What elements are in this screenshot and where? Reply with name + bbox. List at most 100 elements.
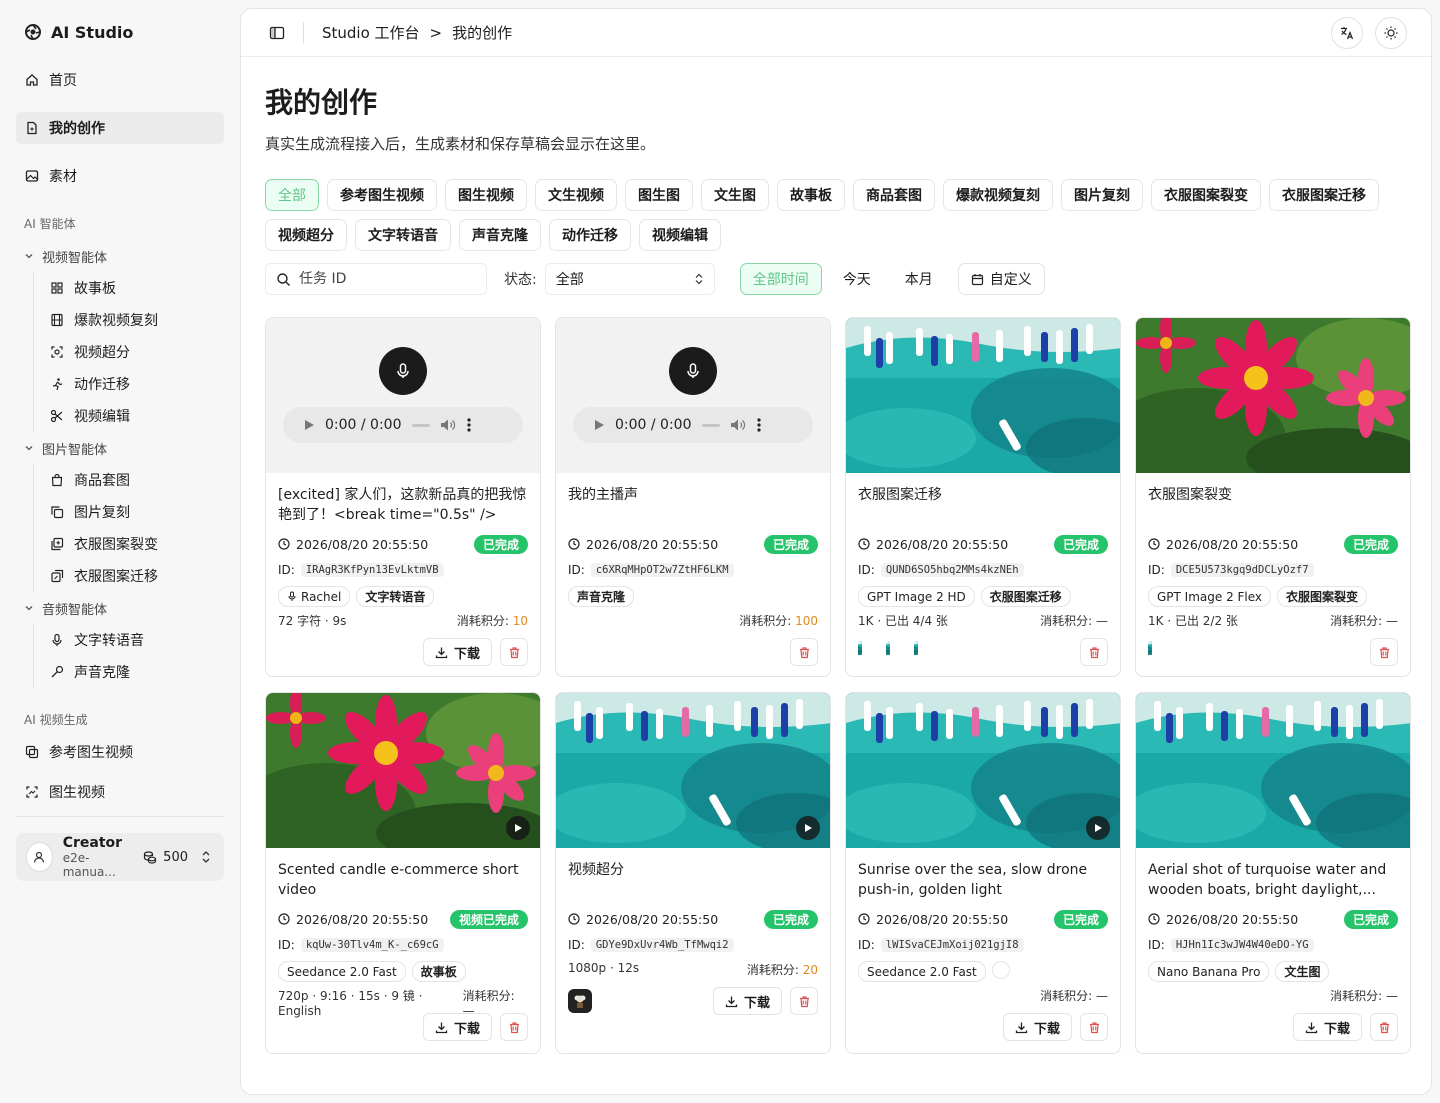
- task-id[interactable]: QUND6SO5hbq2MMs4kzNEh: [880, 563, 1024, 577]
- download-button[interactable]: 下载: [422, 638, 492, 666]
- audio-progress[interactable]: [411, 423, 430, 427]
- preview-image[interactable]: [846, 318, 1120, 473]
- time-filter-today[interactable]: 今天: [829, 263, 884, 295]
- audio-player[interactable]: 0:00 / 0:00: [573, 407, 813, 443]
- delete-button[interactable]: [790, 638, 818, 666]
- time-filter-custom[interactable]: 自定义: [957, 263, 1045, 295]
- creation-card[interactable]: Scented candle e-commerce short video 20…: [265, 692, 541, 1054]
- delete-button[interactable]: [500, 638, 528, 666]
- tab-pattern-transfer[interactable]: 衣服图案迁移: [1269, 179, 1379, 211]
- delete-button[interactable]: [1080, 638, 1108, 666]
- sidebar-item-viral-remake[interactable]: 爆款视频复刻: [50, 304, 224, 336]
- task-id[interactable]: GDYe9DxUvr4Wb_TfMwqi2: [590, 938, 734, 952]
- preview-image[interactable]: [1136, 318, 1410, 473]
- nav-my-creations[interactable]: 我的创作: [16, 112, 224, 144]
- task-id[interactable]: lWISvaCEJmXoij021gjI8: [880, 938, 1024, 952]
- play-icon[interactable]: [303, 419, 315, 431]
- play-icon[interactable]: [506, 816, 530, 840]
- creation-card[interactable]: 衣服图案迁移 2026/08/20 20:55:50 已完成 ID: QUND6S…: [845, 317, 1121, 677]
- source-thumbnail[interactable]: [568, 989, 592, 1013]
- output-thumbnail[interactable]: [858, 640, 882, 664]
- task-id[interactable]: IRAgR3KfPyn13EvLktmVB: [300, 563, 444, 577]
- delete-button[interactable]: [1370, 1013, 1398, 1041]
- task-id[interactable]: DCE5U573kgq9dDCLyOzf7: [1170, 563, 1314, 577]
- task-id[interactable]: kqUw-30Tlv4m_K-_c69cG: [300, 938, 444, 952]
- delete-button[interactable]: [500, 1013, 528, 1041]
- brand[interactable]: AI Studio: [16, 0, 224, 64]
- play-icon[interactable]: [593, 419, 605, 431]
- task-id[interactable]: HJHn1Ic3wJW4W40eDO-YG: [1170, 938, 1314, 952]
- nav-reference-to-video[interactable]: 参考图生视频: [16, 736, 224, 768]
- play-icon[interactable]: [796, 816, 820, 840]
- task-id[interactable]: c6XRqMHpOT2w7ZtHF6LKM: [590, 563, 734, 577]
- tab-voice-clone[interactable]: 声音克隆: [459, 219, 541, 251]
- nav-image-to-video[interactable]: 图生视频: [16, 776, 224, 808]
- language-button[interactable]: [1331, 16, 1363, 49]
- tab-storyboard[interactable]: 故事板: [777, 179, 845, 211]
- tab-image-remake[interactable]: 图片复刻: [1061, 179, 1143, 211]
- creation-card[interactable]: 视频超分 2026/08/20 20:55:50 已完成 ID: GDYe9DxU…: [555, 692, 831, 1054]
- download-button[interactable]: 下载: [712, 987, 782, 1015]
- volume-icon[interactable]: [730, 418, 746, 432]
- creation-card[interactable]: 0:00 / 0:00 我的主播声 2026/08/20 20:55:50 已完…: [555, 317, 831, 677]
- download-button[interactable]: 下载: [1002, 1013, 1072, 1041]
- preview-video[interactable]: [266, 693, 540, 848]
- more-vertical-icon[interactable]: [466, 417, 472, 433]
- nav-materials[interactable]: 素材: [16, 160, 224, 192]
- tab-motion-transfer[interactable]: 动作迁移: [549, 219, 631, 251]
- tab-all[interactable]: 全部: [265, 179, 319, 211]
- delete-button[interactable]: [1080, 1013, 1108, 1041]
- tab-tts[interactable]: 文字转语音: [355, 219, 451, 251]
- preview-image[interactable]: [1136, 693, 1410, 848]
- creation-card[interactable]: Aerial shot of turquoise water and woode…: [1135, 692, 1411, 1054]
- download-button[interactable]: 下载: [1292, 1013, 1362, 1041]
- audio-progress[interactable]: [701, 423, 720, 427]
- tab-video-edit[interactable]: 视频编辑: [639, 219, 721, 251]
- sidebar-item-image-remake[interactable]: 图片复刻: [50, 496, 224, 528]
- group-video-agents[interactable]: 视频智能体: [16, 240, 224, 272]
- output-thumbnail[interactable]: [1148, 640, 1172, 664]
- sidebar-item-storyboard[interactable]: 故事板: [50, 272, 224, 304]
- output-thumbnail[interactable]: [914, 640, 938, 664]
- tab-image-video[interactable]: 图生视频: [445, 179, 527, 211]
- nav-home[interactable]: 首页: [16, 64, 224, 96]
- download-button[interactable]: 下载: [422, 1013, 492, 1041]
- preview-video[interactable]: [846, 693, 1120, 848]
- search-input[interactable]: [299, 271, 479, 287]
- time-filter-all[interactable]: 全部时间: [739, 263, 822, 295]
- sidebar-item-pattern-fission[interactable]: 衣服图案裂变: [50, 528, 224, 560]
- tab-viral-remake[interactable]: 爆款视频复刻: [943, 179, 1053, 211]
- tab-product-set[interactable]: 商品套图: [853, 179, 935, 211]
- status-select[interactable]: 全部: [544, 263, 715, 295]
- creation-card[interactable]: 0:00 / 0:00 [excited] 家人们，这款新品真的把我惊艳到了！<…: [265, 317, 541, 677]
- tab-reference-video[interactable]: 参考图生视频: [327, 179, 437, 211]
- group-audio-agents[interactable]: 音频智能体: [16, 592, 224, 624]
- audio-player[interactable]: 0:00 / 0:00: [283, 407, 523, 443]
- tab-text-image[interactable]: 文生图: [701, 179, 769, 211]
- sidebar-item-video-upscale[interactable]: 视频超分: [50, 336, 224, 368]
- creation-card[interactable]: 衣服图案裂变 2026/08/20 20:55:50 已完成 ID: DCE5U5…: [1135, 317, 1411, 677]
- user-menu[interactable]: Creator e2e-manua... 500: [16, 833, 224, 881]
- more-vertical-icon[interactable]: [756, 417, 762, 433]
- preview-video[interactable]: [556, 693, 830, 848]
- sidebar-item-tts[interactable]: 文字转语音: [50, 624, 224, 656]
- sidebar-item-video-edit[interactable]: 视频编辑: [50, 400, 224, 432]
- tab-text-video[interactable]: 文生视频: [535, 179, 617, 211]
- time-filter-month[interactable]: 本月: [891, 263, 946, 295]
- output-thumbnail[interactable]: [886, 640, 910, 664]
- delete-button[interactable]: [1370, 638, 1398, 666]
- sidebar-item-product-set[interactable]: 商品套图: [50, 464, 224, 496]
- group-image-agents[interactable]: 图片智能体: [16, 432, 224, 464]
- sidebar-toggle-icon[interactable]: [269, 25, 285, 41]
- sidebar-item-pattern-transfer[interactable]: 衣服图案迁移: [50, 560, 224, 592]
- delete-button[interactable]: [790, 987, 818, 1015]
- theme-toggle-button[interactable]: [1375, 16, 1407, 49]
- breadcrumb-root[interactable]: Studio 工作台: [322, 22, 420, 43]
- play-icon[interactable]: [1086, 816, 1110, 840]
- sidebar-item-voice-clone[interactable]: 声音克隆: [50, 656, 224, 688]
- volume-icon[interactable]: [440, 418, 456, 432]
- tab-pattern-fission[interactable]: 衣服图案裂变: [1151, 179, 1261, 211]
- creation-card[interactable]: Sunrise over the sea, slow drone push-in…: [845, 692, 1121, 1054]
- tab-video-upscale[interactable]: 视频超分: [265, 219, 347, 251]
- sidebar-item-motion-transfer[interactable]: 动作迁移: [50, 368, 224, 400]
